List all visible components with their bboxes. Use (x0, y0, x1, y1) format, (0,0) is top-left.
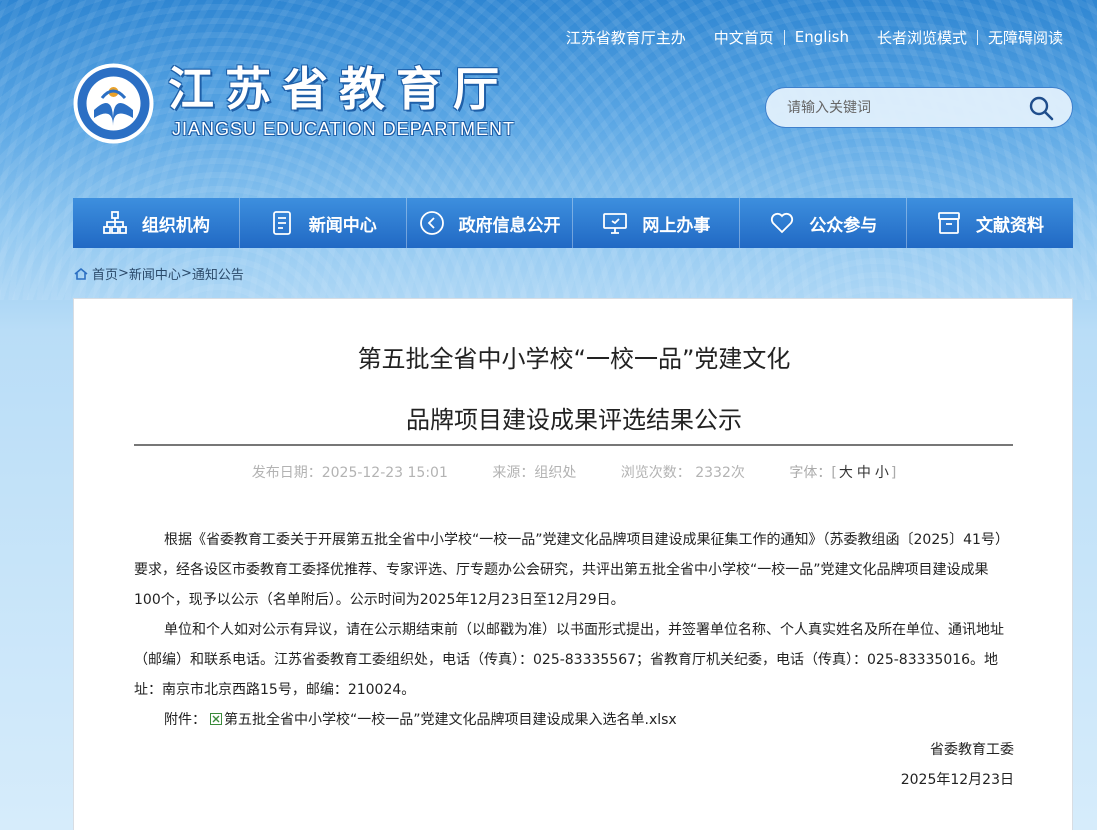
attachment-label: 附件： (164, 712, 206, 728)
circle-arrow-icon (419, 211, 444, 235)
publish-date: 发布日期：2025-12-23 15:01 (251, 465, 448, 481)
nav-item-online-service[interactable]: 网上办事 (573, 198, 741, 248)
breadcrumb-separator: > (180, 266, 192, 281)
divider (783, 29, 785, 45)
article-body: 根据《省委教育工委关于开展第五批全省中小学校“一校一品”党建文化品牌项目建设成果… (134, 525, 1014, 795)
font-size-control: 字体：[大中小] (789, 465, 896, 481)
font-size-large-button[interactable]: 大 (839, 465, 853, 481)
nav-label: 网上办事 (642, 215, 711, 236)
nav-item-public-participation[interactable]: 公众参与 (740, 198, 908, 248)
nav-label: 组织机构 (141, 215, 210, 236)
nav-item-news[interactable]: 新闻中心 (240, 198, 407, 248)
elder-mode-link[interactable]: 长者浏览模式 (877, 27, 967, 48)
divider (976, 29, 978, 45)
signer: 省委教育工委 (930, 742, 1014, 758)
site-logo-chinese[interactable]: 江苏省教育厅 (168, 58, 510, 120)
heart-icon (771, 212, 794, 234)
font-size-close: ] (890, 465, 897, 481)
view-count: 浏览次数： 2332次 (620, 465, 745, 481)
site-logo-english[interactable]: JIANGSU EDUCATION DEPARTMENT (172, 119, 515, 140)
search-input[interactable] (766, 88, 1016, 127)
nav-label: 政府信息公开 (458, 215, 561, 236)
nav-item-gov-info[interactable]: 政府信息公开 (407, 198, 574, 248)
article-panel: 第五批全省中小学校“一校一品”党建文化 品牌项目建设成果评选结果公示 发布日期：… (73, 298, 1073, 830)
nav-label: 文献资料 (976, 215, 1045, 236)
top-links: 江苏省教育厅主办 中文首页 English 长者浏览模式 无障碍阅读 (566, 26, 1063, 48)
breadcrumb-home[interactable]: 首页 (92, 264, 118, 283)
search-icon[interactable] (1028, 95, 1054, 121)
attachment-line: 附件： 第五批全省中小学校“一校一品”党建文化品牌项目建设成果入选名单.xlsx (134, 705, 1014, 735)
article-title-line2: 品牌项目建设成果评选结果公示 (406, 406, 742, 434)
attachment-link[interactable]: 第五批全省中小学校“一校一品”党建文化品牌项目建设成果入选名单.xlsx (224, 712, 677, 728)
breadcrumb-news[interactable]: 新闻中心 (129, 264, 181, 283)
archive-icon (938, 212, 960, 234)
article-paragraph-2: 单位和个人如对公示有异议，请在公示期结束前（以邮戳为准）以书面形式提出，并签署单… (134, 622, 1004, 698)
breadcrumb-separator: > (118, 266, 129, 281)
search-box (765, 87, 1073, 128)
nav-label: 新闻中心 (308, 215, 377, 236)
chinese-home-link[interactable]: 中文首页 (714, 27, 774, 48)
document-icon (272, 211, 291, 235)
accessible-reading-link[interactable]: 无障碍阅读 (988, 27, 1063, 48)
org-chart-icon (103, 211, 127, 234)
breadcrumb: 首页 > 新闻中心 > 通知公告 (74, 264, 244, 283)
home-icon (74, 267, 88, 280)
font-size-label: 字体：[ (789, 465, 837, 481)
nav-label: 公众参与 (809, 215, 878, 236)
main-nav: 组织机构 新闻中心 政府信息公开 网上办事 公众参与 文献资料 (73, 198, 1073, 248)
title-divider (134, 444, 1013, 446)
logo-emblem-icon[interactable] (72, 62, 155, 145)
sign-date: 2025年12月23日 (900, 772, 1014, 788)
nav-item-organization[interactable]: 组织机构 (73, 198, 240, 248)
article-paragraph-1: 根据《省委教育工委关于开展第五批全省中小学校“一校一品”党建文化品牌项目建设成果… (134, 532, 1009, 608)
article-meta: 发布日期：2025-12-23 15:01 来源：组织处 浏览次数： 2332次… (74, 462, 1074, 482)
monitor-icon (603, 213, 628, 234)
font-size-small-button[interactable]: 小 (875, 465, 889, 481)
font-size-medium-button[interactable]: 中 (857, 465, 871, 481)
article-source: 来源：组织处 (492, 465, 577, 481)
nav-item-documents[interactable]: 文献资料 (907, 198, 1073, 248)
breadcrumb-notice[interactable]: 通知公告 (192, 264, 244, 283)
sponsor-text: 江苏省教育厅主办 (565, 28, 686, 47)
excel-file-icon (210, 713, 222, 725)
english-link[interactable]: English (795, 28, 849, 46)
article-title-line1: 第五批全省中小学校“一校一品”党建文化 (357, 345, 791, 373)
